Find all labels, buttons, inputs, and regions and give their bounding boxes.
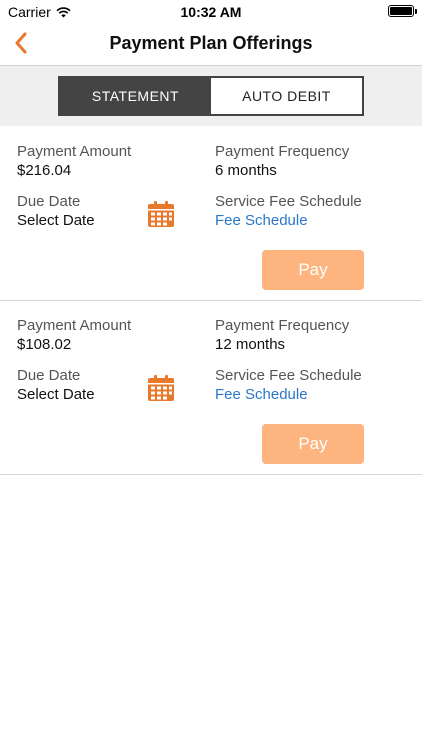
segment-auto-debit[interactable]: AUTO DEBIT xyxy=(211,78,362,114)
payment-amount-value: $108.02 xyxy=(17,336,72,353)
due-date-label: Due Date xyxy=(17,367,81,384)
pay-button[interactable]: Pay xyxy=(262,250,364,290)
payment-frequency-label: Payment Frequency xyxy=(215,317,350,334)
segment-area: STATEMENT AUTO DEBIT xyxy=(0,66,422,126)
payment-amount-label: Payment Amount xyxy=(17,317,132,334)
payment-frequency-label: Payment Frequency xyxy=(215,143,350,160)
payment-frequency-value: 12 months xyxy=(215,336,286,353)
battery-icon xyxy=(388,5,417,17)
payment-amount-label: Payment Amount xyxy=(17,143,132,160)
status-time: 10:32 AM xyxy=(180,4,242,20)
payment-amount-value: $216.04 xyxy=(17,162,72,179)
plan-card: Payment Amount $108.02 Payment Frequency… xyxy=(0,301,422,475)
service-fee-label: Service Fee Schedule xyxy=(215,193,362,210)
due-date-select[interactable]: Select Date xyxy=(17,212,95,229)
due-date-label: Due Date xyxy=(17,193,81,210)
due-date-select[interactable]: Select Date xyxy=(17,386,95,403)
calendar-icon[interactable] xyxy=(147,200,175,228)
payment-frequency-value: 6 months xyxy=(215,162,277,179)
pay-button[interactable]: Pay xyxy=(262,424,364,464)
segmented-control: STATEMENT AUTO DEBIT xyxy=(58,76,364,116)
calendar-icon[interactable] xyxy=(147,374,175,402)
segment-statement[interactable]: STATEMENT xyxy=(60,78,211,114)
screen: Carrier 10:32 AM Payment Plan Offerings … xyxy=(0,0,422,750)
page-title: Payment Plan Offerings xyxy=(109,33,313,53)
fee-schedule-link[interactable]: Fee Schedule xyxy=(215,386,308,403)
fee-schedule-link[interactable]: Fee Schedule xyxy=(215,212,308,229)
service-fee-label: Service Fee Schedule xyxy=(215,367,362,384)
nav-bar: Payment Plan Offerings xyxy=(0,20,422,66)
plan-card: Payment Amount $216.04 Payment Frequency… xyxy=(0,127,422,301)
